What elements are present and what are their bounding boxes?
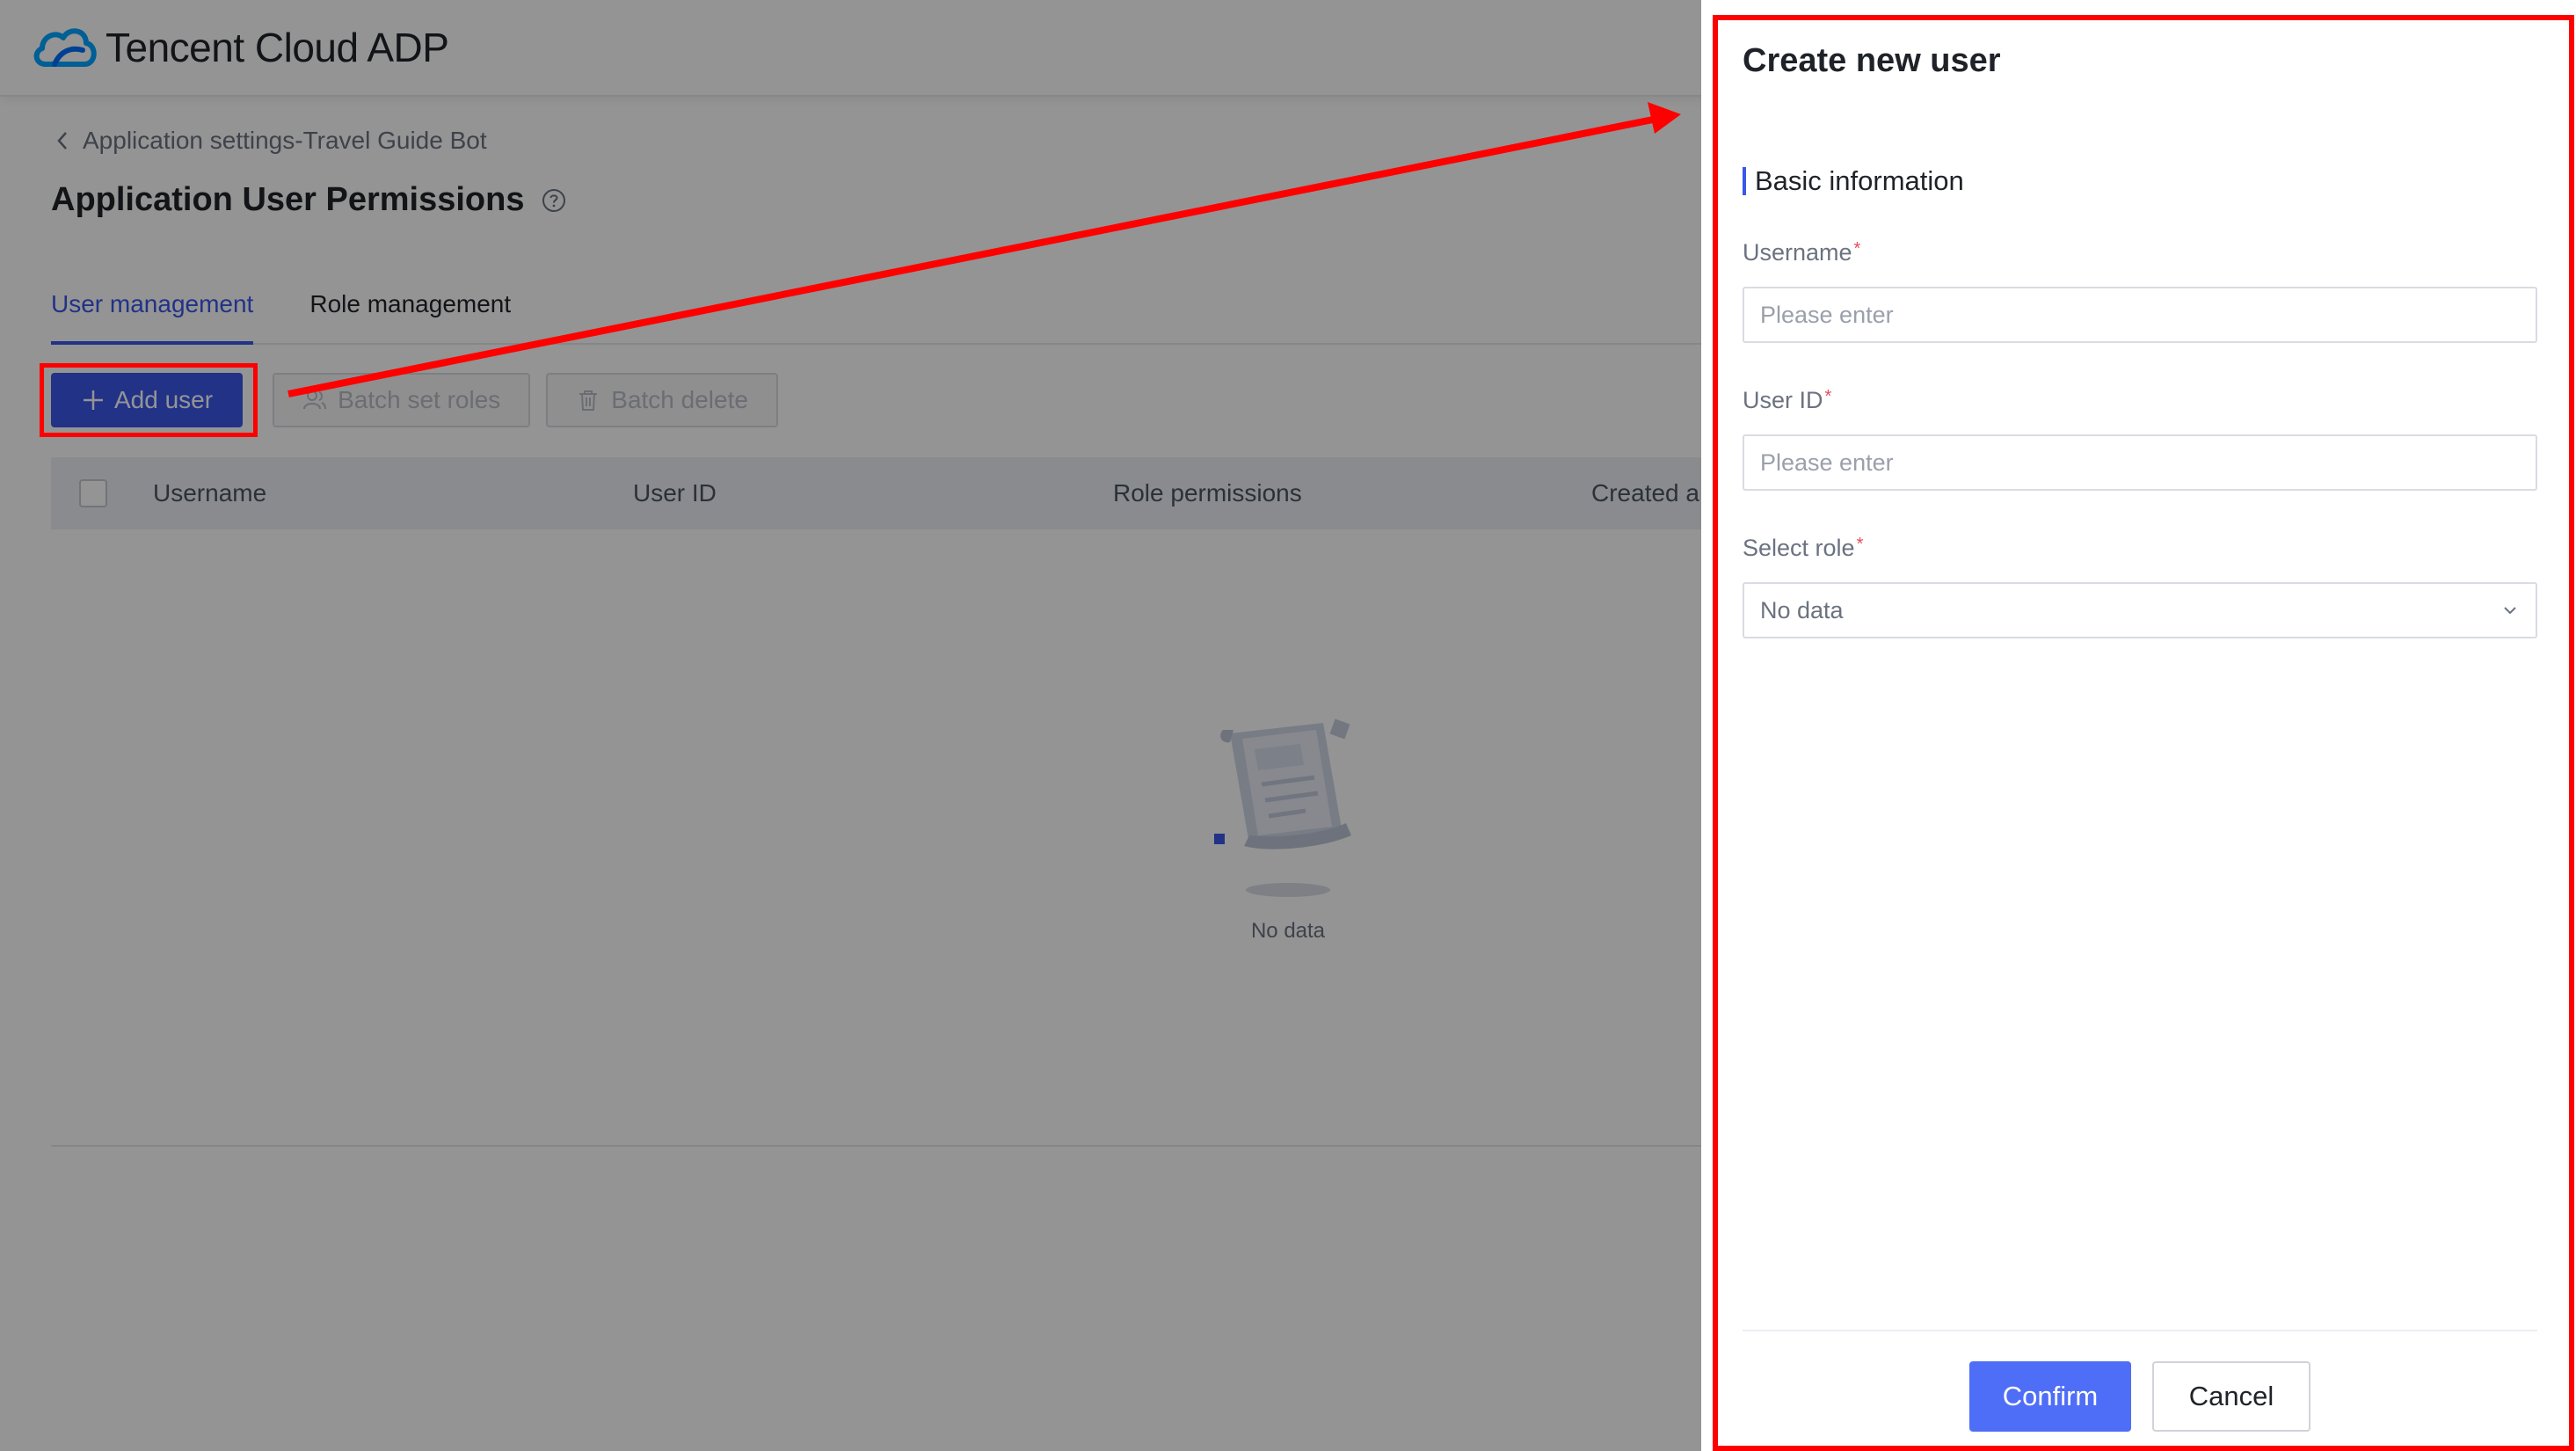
select-role-required-mark: * [1856, 535, 1864, 554]
section-accent-bar [1743, 167, 1746, 195]
chevron-down-icon [2504, 607, 2516, 615]
user-id-required-mark: * [1824, 387, 1832, 406]
section-basic-information: Basic information [1743, 165, 1964, 197]
confirm-button[interactable]: Confirm [1969, 1361, 2131, 1432]
username-required-mark: * [1853, 239, 1861, 259]
username-input[interactable] [1743, 287, 2537, 343]
role-select-value: No data [1760, 596, 1844, 623]
user-id-input[interactable] [1743, 434, 2537, 491]
drawer-title: Create new user [1743, 42, 2001, 79]
select-role-label: Select role * [1743, 535, 1863, 562]
section-title-text: Basic information [1755, 165, 1964, 196]
cancel-button[interactable]: Cancel [2152, 1361, 2310, 1432]
drawer-footer-divider [1743, 1330, 2537, 1331]
select-role-label-text: Select role [1743, 535, 1855, 561]
role-select[interactable]: No data [1743, 582, 2537, 638]
annotation-arrow [287, 102, 1681, 397]
user-id-label: User ID * [1743, 387, 1831, 414]
create-user-drawer [1701, 0, 2576, 1451]
username-label-text: Username [1743, 239, 1852, 266]
username-label: Username * [1743, 239, 1860, 266]
user-id-label-text: User ID [1743, 387, 1823, 413]
app-page: Tencent Cloud ADP Application settings-T… [0, 0, 2576, 1451]
